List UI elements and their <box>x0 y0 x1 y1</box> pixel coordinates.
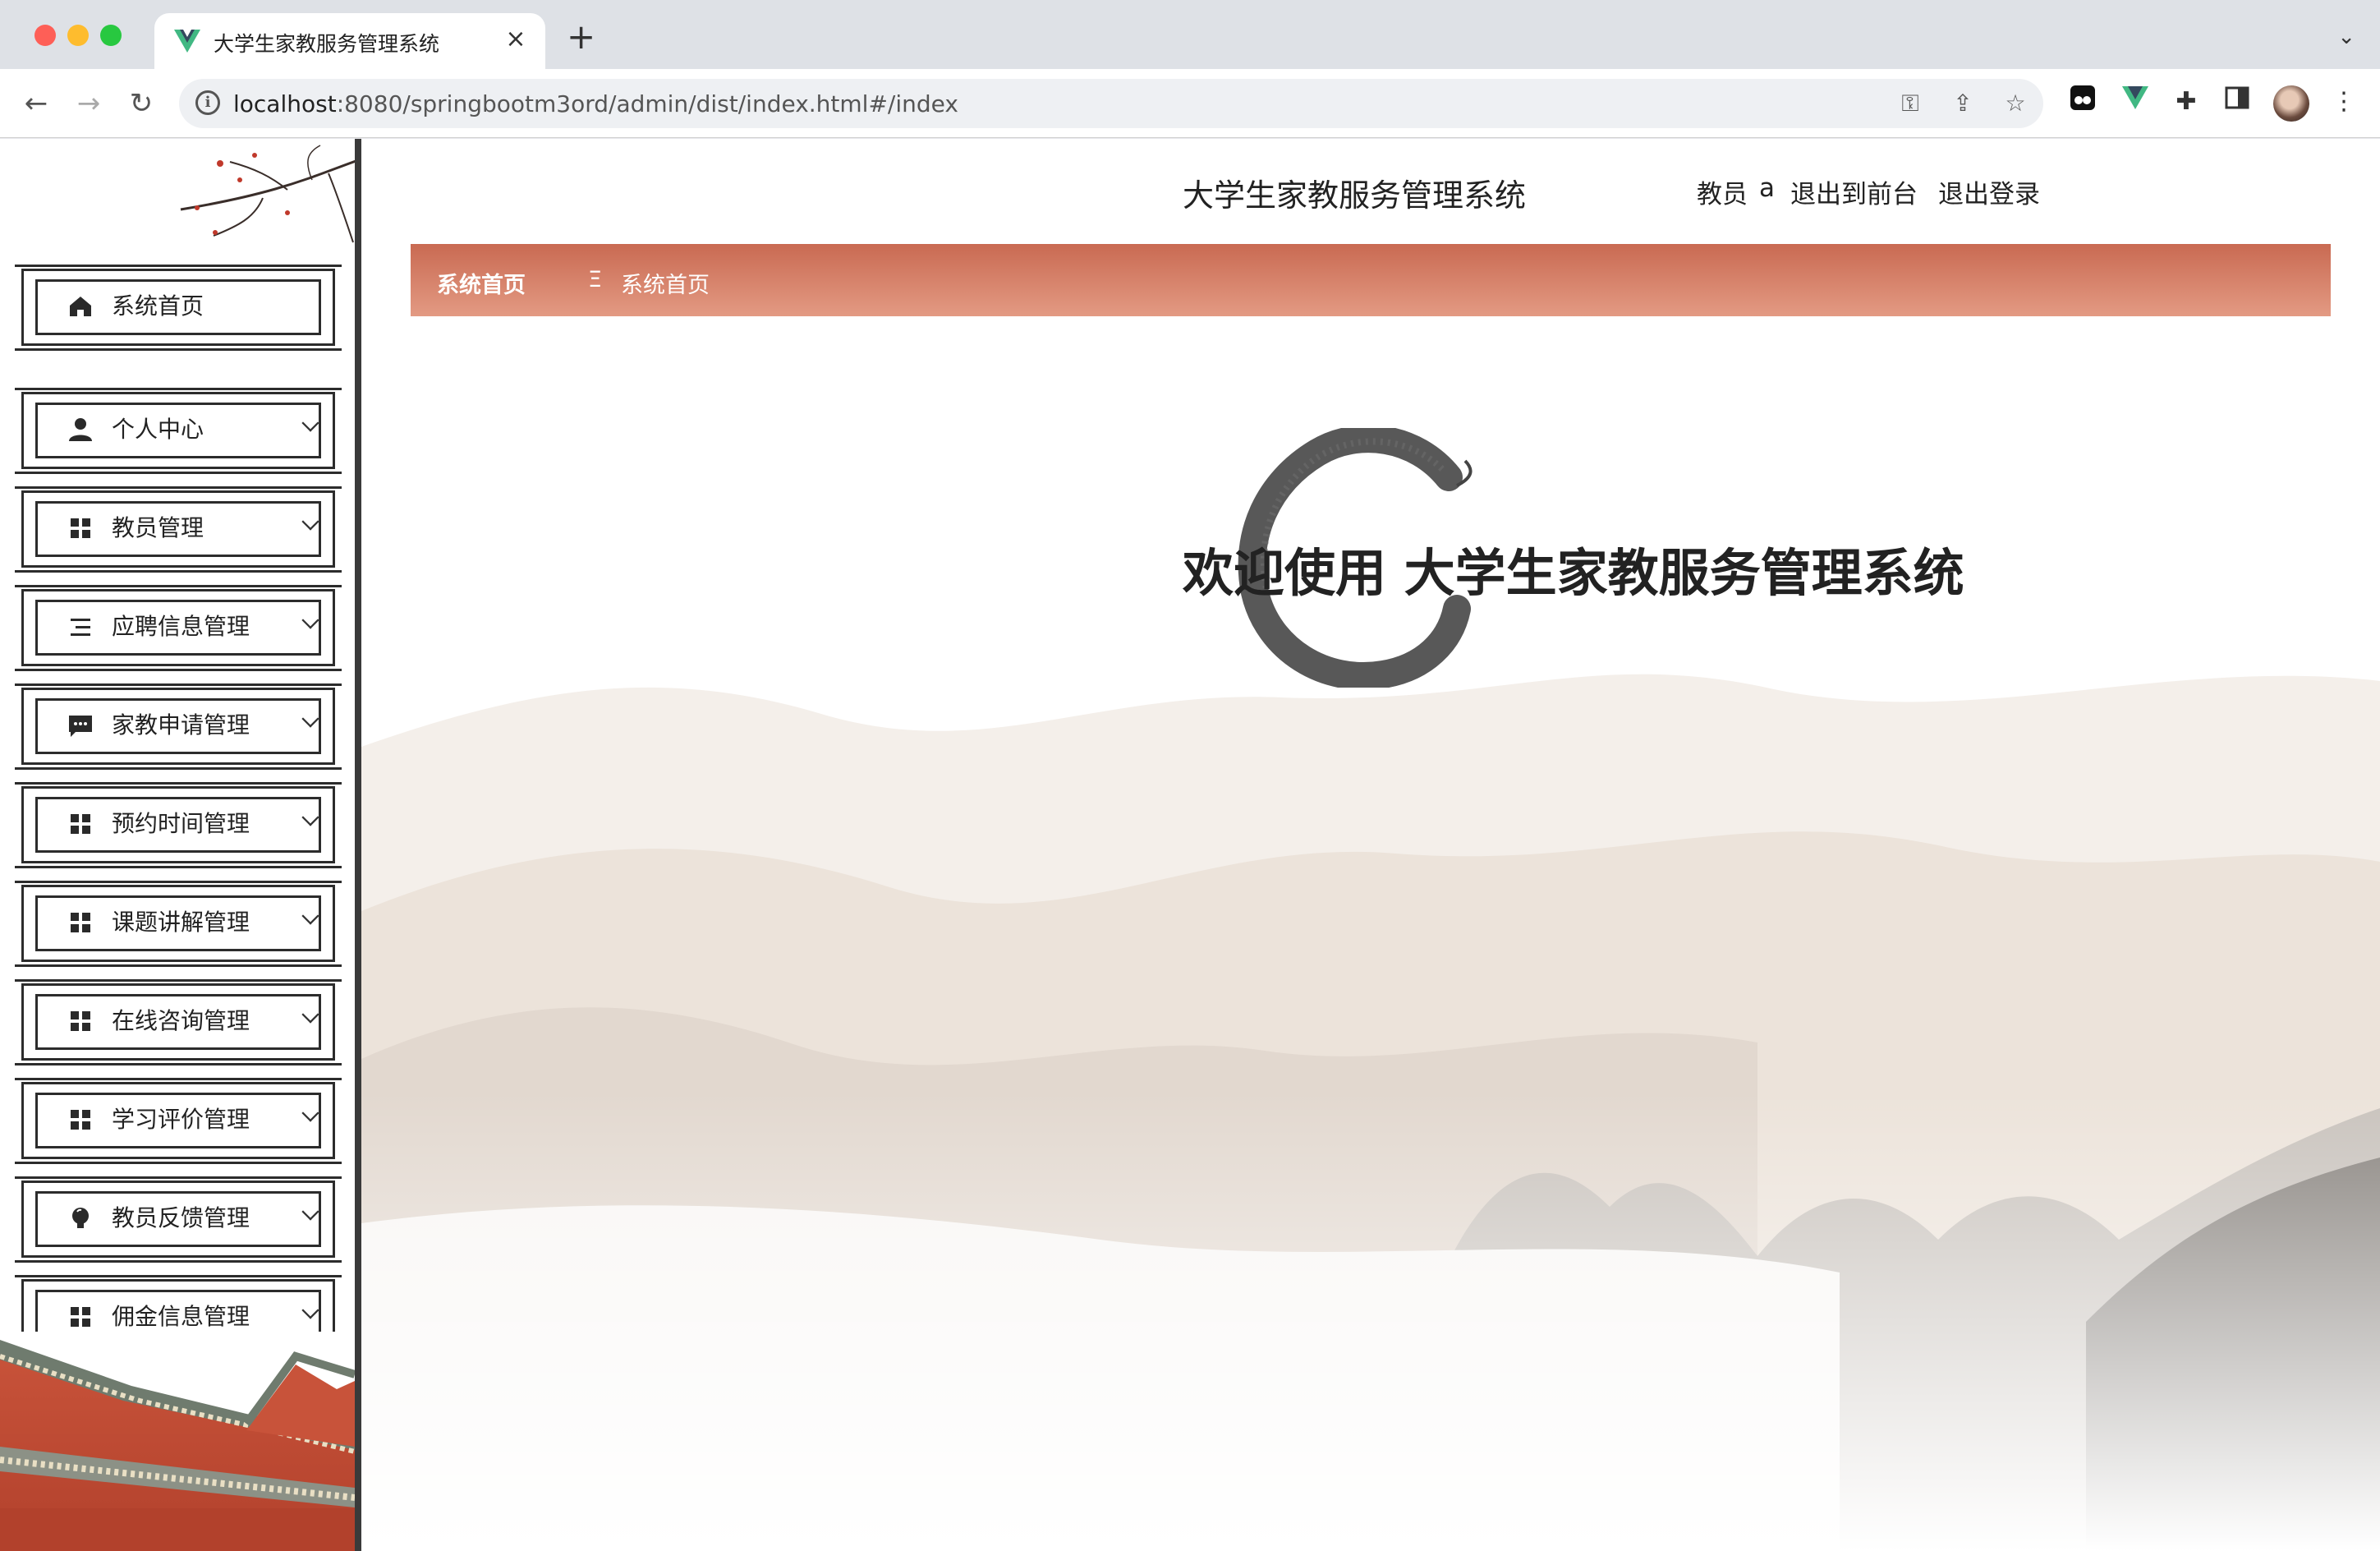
close-window-button[interactable] <box>34 25 56 46</box>
vue-logo-icon <box>174 30 200 53</box>
grid-icon <box>71 814 90 834</box>
side-panel-icon[interactable] <box>2219 84 2255 120</box>
palace-roof-decoration <box>0 1332 355 1551</box>
sidebar-item-label: 系统首页 <box>112 292 204 320</box>
grid-icon <box>71 913 90 932</box>
reload-icon[interactable]: ↻ <box>123 85 159 122</box>
breadcrumb-separator-icon: Ξ <box>588 267 603 292</box>
logout-link[interactable]: 退出登录 <box>1938 173 2040 210</box>
home-icon <box>70 297 91 316</box>
user-role: 教员 <box>1697 180 1748 209</box>
sidebar-item-topic-explanation[interactable]: 课题讲解管理 <box>15 878 342 969</box>
sidebar-item-label: 佣金信息管理 <box>112 1303 250 1330</box>
sidebar: 系统首页 个人中心 教员管理 应聘信息管理 家教申请管理 预约时间管理 课题讲解… <box>0 139 360 1551</box>
more-icon[interactable]: ⋮ <box>2326 84 2362 120</box>
welcome-heading: 欢迎使用 大学生家教服务管理系统 <box>1183 543 1964 603</box>
exit-to-frontend-link[interactable]: 退出到前台 <box>1790 173 1918 210</box>
sidebar-item-label: 课题讲解管理 <box>112 909 250 936</box>
site-info-icon[interactable]: i <box>195 90 220 115</box>
app-page: 系统首页 个人中心 教员管理 应聘信息管理 家教申请管理 预约时间管理 课题讲解… <box>0 139 2380 1551</box>
puzzle-icon[interactable]: ✚ <box>2168 84 2204 120</box>
grid-icon <box>71 518 90 538</box>
sidebar-item-learning-evaluation[interactable]: 学习评价管理 <box>15 1075 342 1166</box>
sidebar-item-online-consult[interactable]: 在线咨询管理 <box>15 977 342 1067</box>
sidebar-item-label: 预约时间管理 <box>112 810 250 837</box>
sidebar-item-label: 个人中心 <box>112 416 204 443</box>
new-tab-button[interactable]: + <box>567 20 595 54</box>
key-icon[interactable]: ⚿ <box>1895 89 1925 118</box>
sidebar-item-personal-center[interactable]: 个人中心 <box>15 385 342 476</box>
sidebar-item-label: 应聘信息管理 <box>112 613 250 640</box>
site-title: 大学生家教服务管理系统 <box>1183 177 1527 214</box>
bulb-icon <box>72 1208 89 1228</box>
grid-icon <box>71 1110 90 1130</box>
breadcrumb: 系统首页 Ξ 系统首页 <box>411 244 2331 316</box>
sidebar-item-application-info[interactable]: 应聘信息管理 <box>15 582 342 673</box>
breadcrumb-current: 系统首页 <box>621 273 710 298</box>
sidebar-item-label: 家教申请管理 <box>112 711 250 739</box>
avatar[interactable] <box>2273 85 2309 122</box>
browser-tab-strip: 大学生家教服务管理系统 × + ⌄ <box>0 0 2380 69</box>
user-icon <box>69 418 92 441</box>
sidebar-item-label: 教员管理 <box>112 514 204 541</box>
browser-toolbar: ← → ↻ i localhost:8080/springbootm3ord/a… <box>0 69 2380 138</box>
tab-title: 大学生家教服务管理系统 <box>214 32 440 56</box>
sidebar-item-label: 教员反馈管理 <box>112 1204 250 1231</box>
sidebar-item-home[interactable]: 系统首页 <box>15 262 342 352</box>
close-tab-icon[interactable]: × <box>501 25 531 54</box>
star-icon[interactable]: ☆ <box>2001 89 2030 118</box>
sidebar-item-label: 在线咨询管理 <box>112 1007 250 1034</box>
minimize-window-button[interactable] <box>67 25 89 46</box>
extension-icon[interactable] <box>2065 84 2101 120</box>
forward-icon[interactable]: → <box>71 85 107 122</box>
sidebar-divider <box>355 139 361 1551</box>
grid-icon <box>71 1011 90 1031</box>
user-name: a <box>1759 173 1775 203</box>
sidebar-item-tutor-management[interactable]: 教员管理 <box>15 484 342 574</box>
share-icon[interactable]: ⇪ <box>1948 89 1978 118</box>
maximize-window-button[interactable] <box>100 25 122 46</box>
main-content: 大学生家教服务管理系统 教员 a 退出到前台 退出登录 系统首页 Ξ 系统首页 … <box>361 139 2380 1551</box>
ink-landscape-background <box>361 674 2380 1551</box>
sidebar-item-appointment-time[interactable]: 预约时间管理 <box>15 780 342 870</box>
sidebar-item-tutor-feedback[interactable]: 教员反馈管理 <box>15 1174 342 1264</box>
breadcrumb-home[interactable]: 系统首页 <box>437 267 526 299</box>
vue-devtools-icon[interactable] <box>2117 84 2153 120</box>
address-bar[interactable]: i localhost:8080/springbootm3ord/admin/d… <box>179 79 2043 128</box>
browser-tab[interactable]: 大学生家教服务管理系统 × <box>154 13 545 69</box>
sidebar-item-label: 学习评价管理 <box>112 1106 250 1133</box>
plum-branch-decoration <box>180 145 358 243</box>
sidebar-menu: 系统首页 个人中心 教员管理 应聘信息管理 家教申请管理 预约时间管理 课题讲解… <box>15 262 342 1478</box>
list-icon <box>71 619 90 636</box>
back-icon[interactable]: ← <box>18 85 54 122</box>
grid-icon <box>71 1307 90 1327</box>
chat-icon <box>69 716 92 737</box>
sidebar-item-tutoring-requests[interactable]: 家教申请管理 <box>15 681 342 771</box>
url-text[interactable]: localhost:8080/springbootm3ord/admin/dis… <box>233 90 958 117</box>
tab-search-chevron-icon[interactable]: ⌄ <box>2337 25 2355 49</box>
